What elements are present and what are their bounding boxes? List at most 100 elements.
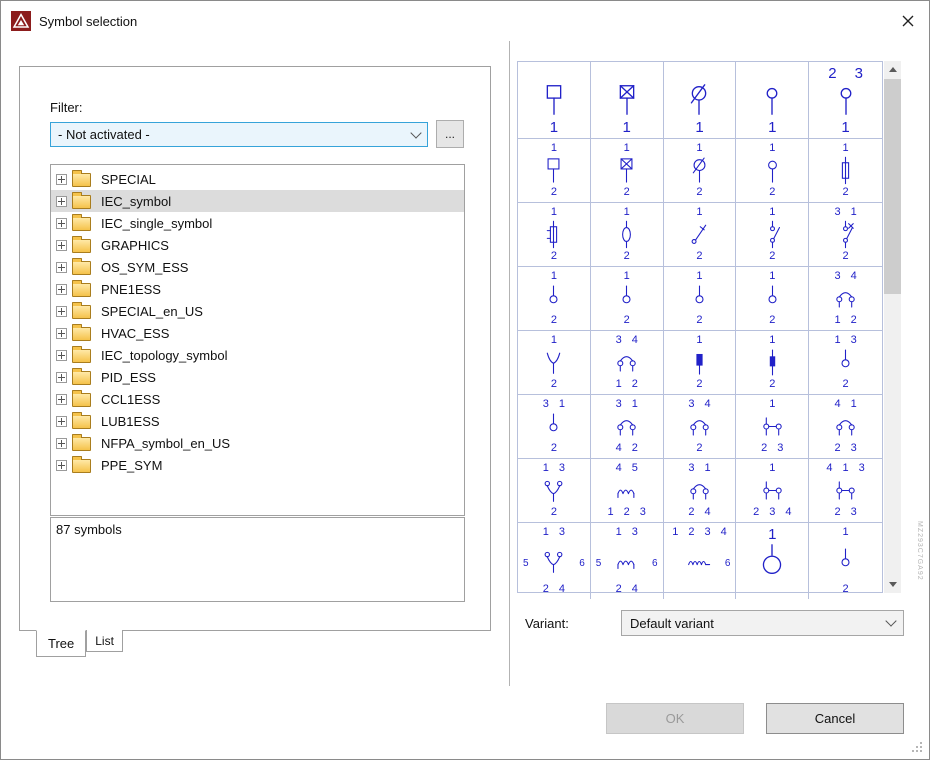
- symbol-terminal-labels: 31: [543, 398, 565, 411]
- symbol-cell[interactable]: 12: [591, 203, 664, 267]
- tab-tree[interactable]: Tree: [36, 630, 86, 657]
- tab-list[interactable]: List: [86, 630, 123, 652]
- tree-item[interactable]: IEC_topology_symbol: [51, 344, 464, 366]
- symbol-cell[interactable]: 1: [518, 62, 591, 139]
- symbol-cell[interactable]: 12: [809, 139, 882, 203]
- expand-plus-icon[interactable]: [56, 306, 67, 317]
- symbol-side-label: 6: [725, 558, 731, 569]
- tree-item[interactable]: SPECIAL_en_US: [51, 300, 464, 322]
- expand-plus-icon[interactable]: [56, 284, 67, 295]
- symbol-glyph: [684, 546, 715, 577]
- symbol-cell[interactable]: 12: [736, 203, 809, 267]
- scrollbar-thumb[interactable]: [884, 79, 901, 294]
- symbol-tree[interactable]: SPECIAL IEC_symbolIEC_single_symbolGRAPHI…: [50, 164, 465, 516]
- expand-plus-icon[interactable]: [56, 372, 67, 383]
- symbol-cell[interactable]: 12346: [664, 523, 737, 599]
- symbol-cell[interactable]: 3412: [591, 331, 664, 395]
- tree-item[interactable]: PID_ESS: [51, 366, 464, 388]
- symbol-cell[interactable]: 12: [664, 331, 737, 395]
- symbol-cell[interactable]: 12: [736, 267, 809, 331]
- symbol-cell[interactable]: 41323: [809, 459, 882, 523]
- symbol-cell[interactable]: 132: [809, 331, 882, 395]
- symbol-terminal-labels: 1: [769, 398, 775, 411]
- symbol-cell[interactable]: 132456: [591, 523, 664, 599]
- symbol-cell[interactable]: 45123: [591, 459, 664, 523]
- symbol-glyph: [830, 219, 861, 250]
- symbol-cell[interactable]: 12: [664, 203, 737, 267]
- symbol-cell[interactable]: 312: [809, 203, 882, 267]
- symbol-terminal-labels: 24: [688, 506, 710, 519]
- symbol-cell[interactable]: 12: [664, 267, 737, 331]
- symbol-glyph: [830, 546, 861, 577]
- symbol-cell[interactable]: 12: [591, 267, 664, 331]
- symbol-cell[interactable]: 12: [591, 139, 664, 203]
- scrollbar-down-button[interactable]: [884, 576, 901, 593]
- symbol-cell[interactable]: 12: [518, 203, 591, 267]
- tree-item[interactable]: IEC_symbol: [51, 190, 464, 212]
- symbol-terminal-labels: 23: [828, 65, 863, 81]
- symbol-cell[interactable]: 12: [664, 139, 737, 203]
- tree-item[interactable]: OS_SYM_ESS: [51, 256, 464, 278]
- symbol-cell[interactable]: 3124: [664, 459, 737, 523]
- expand-plus-icon[interactable]: [56, 328, 67, 339]
- symbol-cell[interactable]: 12: [809, 523, 882, 599]
- symbol-terminal-labels: 1: [624, 142, 630, 155]
- symbol-terminal-labels: 2: [843, 378, 849, 391]
- symbol-glyph: [757, 411, 788, 442]
- variant-combobox[interactable]: Default variant: [621, 610, 904, 636]
- filter-combobox[interactable]: - Not activated -: [50, 122, 428, 147]
- symbol-cell[interactable]: 12: [518, 267, 591, 331]
- symbol-cell[interactable]: 12: [736, 331, 809, 395]
- scrollbar-up-button[interactable]: [884, 61, 901, 78]
- close-button[interactable]: [891, 4, 925, 38]
- tree-item[interactable]: PPE_SYM: [51, 454, 464, 476]
- expand-plus-icon[interactable]: [56, 416, 67, 427]
- symbol-cell[interactable]: 1: [736, 62, 809, 139]
- resize-grip[interactable]: [910, 740, 924, 754]
- symbol-terminal-labels: 1: [696, 142, 702, 155]
- symbol-cell[interactable]: 132456: [518, 523, 591, 599]
- tree-item[interactable]: HVAC_ESS: [51, 322, 464, 344]
- expand-plus-icon[interactable]: [56, 394, 67, 405]
- symbol-terminal-labels: 1: [769, 142, 775, 155]
- title-bar: Symbol selection: [1, 1, 929, 41]
- symbol-cell[interactable]: 3412: [809, 267, 882, 331]
- expand-plus-icon[interactable]: [56, 218, 67, 229]
- expand-plus-icon[interactable]: [56, 196, 67, 207]
- expand-plus-icon[interactable]: [56, 438, 67, 449]
- symbol-cell[interactable]: 4123: [809, 395, 882, 459]
- tree-item[interactable]: SPECIAL: [51, 168, 464, 190]
- symbol-cell[interactable]: 123: [736, 395, 809, 459]
- grid-scrollbar[interactable]: [884, 61, 901, 593]
- expand-plus-icon[interactable]: [56, 262, 67, 273]
- symbol-cell[interactable]: 12: [518, 331, 591, 395]
- tree-item[interactable]: IEC_single_symbol: [51, 212, 464, 234]
- symbol-cell[interactable]: 1234: [736, 459, 809, 523]
- symbol-cell[interactable]: 1: [736, 523, 809, 599]
- tree-item[interactable]: CCL1ESS: [51, 388, 464, 410]
- tree-item[interactable]: PNE1ESS: [51, 278, 464, 300]
- symbol-terminal-labels: 2: [624, 186, 630, 199]
- symbol-cell[interactable]: 132: [518, 459, 591, 523]
- expand-plus-icon[interactable]: [56, 240, 67, 251]
- symbol-cell[interactable]: 3142: [591, 395, 664, 459]
- tree-item[interactable]: GRAPHICS: [51, 234, 464, 256]
- symbol-cell[interactable]: 12: [736, 139, 809, 203]
- tree-item[interactable]: NFPA_symbol_en_US: [51, 432, 464, 454]
- folder-icon: [72, 437, 91, 451]
- symbol-cell[interactable]: 12: [518, 139, 591, 203]
- expand-plus-icon[interactable]: [56, 350, 67, 361]
- symbol-cell[interactable]: 231: [809, 62, 882, 139]
- symbol-terminal-labels: 1: [843, 526, 849, 539]
- filter-more-button[interactable]: ...: [436, 120, 464, 148]
- expand-plus-icon[interactable]: [56, 174, 67, 185]
- expand-plus-icon[interactable]: [56, 460, 67, 471]
- tree-item-label: SPECIAL: [97, 171, 160, 188]
- tree-item[interactable]: LUB1ESS: [51, 410, 464, 432]
- symbol-cell[interactable]: 312: [518, 395, 591, 459]
- symbol-cell[interactable]: 1: [591, 62, 664, 139]
- symbol-cell[interactable]: 342: [664, 395, 737, 459]
- ok-button[interactable]: OK: [606, 703, 744, 734]
- cancel-button[interactable]: Cancel: [766, 703, 904, 734]
- symbol-cell[interactable]: 1: [664, 62, 737, 139]
